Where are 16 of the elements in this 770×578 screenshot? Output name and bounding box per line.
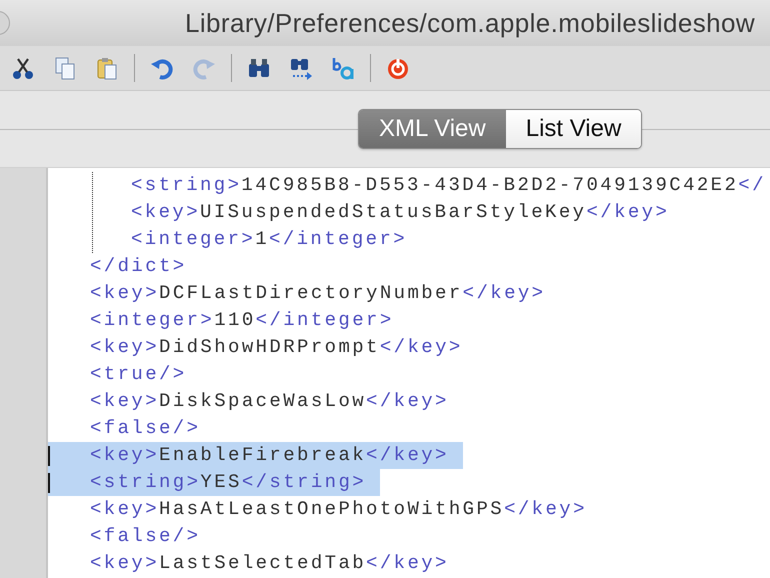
code-line: <key>UISuspendedStatusBarStyleKey</key> xyxy=(130,200,670,225)
code-line: <key>DidShowHDRPrompt</key> xyxy=(89,335,464,360)
code-line: <key>LastSelectedTab</key> xyxy=(89,551,450,576)
code-line: <string>14C985B8-D553-43D4-B2D2-7049139C42E2</ xyxy=(130,173,767,198)
code-line: <false/> xyxy=(89,416,202,441)
code-line: <key>DCFLastDirectoryNumber</key> xyxy=(89,281,546,306)
code-line: <integer>1</integer> xyxy=(130,227,408,252)
view-tab[interactable]: List View xyxy=(506,110,642,148)
code-line: <key>HasAtLeastOnePhotoWithGPS</key> xyxy=(89,497,588,522)
code-line: <key>DiskSpaceWasLow</key> xyxy=(89,389,450,414)
code-line: <true/> xyxy=(89,362,188,387)
view-tab[interactable]: XML View xyxy=(359,110,506,148)
code-line: <false/> xyxy=(89,524,202,549)
code-line: <integer>110</integer> xyxy=(89,308,395,333)
code-line: </dict> xyxy=(89,254,188,279)
window-title: Library/Preferences/com.apple.mobileslideshow xyxy=(185,8,756,38)
